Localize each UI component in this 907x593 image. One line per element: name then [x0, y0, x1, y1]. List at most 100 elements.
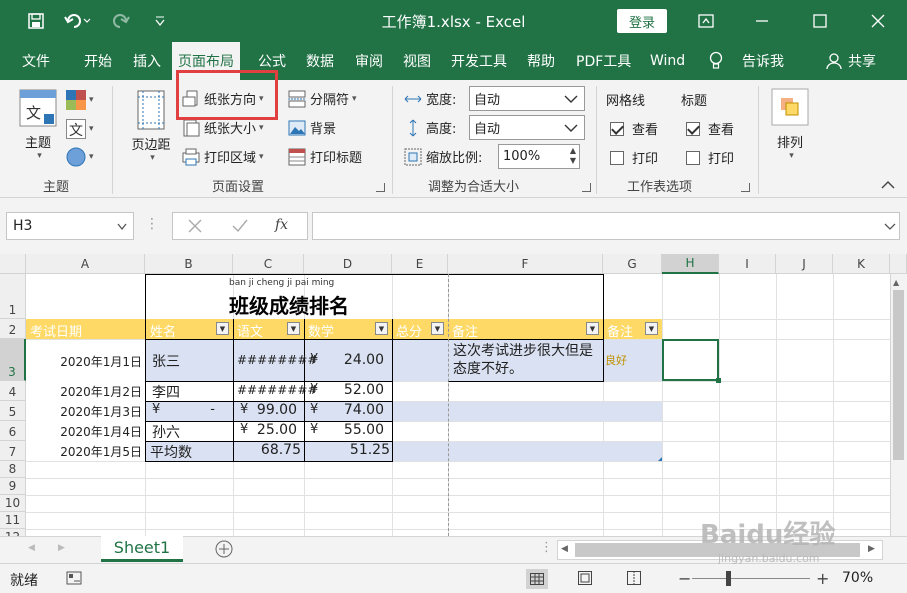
row-header-9[interactable]: 9 [0, 478, 26, 495]
zoom-slider-track[interactable] [692, 578, 810, 579]
cell-math[interactable]: 51.25 [304, 442, 390, 458]
sheet-options-launcher-icon[interactable] [741, 183, 750, 192]
print-area-button[interactable]: 打印区域 ▾ [182, 147, 264, 166]
row-header-1[interactable]: 1 [0, 274, 26, 319]
page-setup-launcher-icon[interactable] [376, 183, 385, 192]
tab-data[interactable]: 数据 [306, 42, 334, 80]
tab-pdf-tools[interactable]: PDF工具 [576, 42, 631, 80]
tab-formulas[interactable]: 公式 [258, 42, 286, 80]
cell-date[interactable]: 2020年1月3日 [26, 403, 142, 420]
maximize-icon[interactable] [806, 0, 834, 42]
row-header-2[interactable]: 2 [0, 319, 26, 339]
orientation-button[interactable]: 纸张方向 ▾ [182, 89, 264, 108]
formula-input[interactable] [312, 212, 900, 240]
cell-chinese[interactable]: 99.00 [233, 402, 297, 418]
cell-name[interactable]: - [145, 402, 215, 417]
cancel-icon[interactable] [187, 218, 203, 234]
scroll-left-icon[interactable]: ◀ [561, 544, 568, 554]
scale-input[interactable]: 100% ▲ ▼ [498, 144, 580, 169]
width-select[interactable]: 自动 [469, 86, 585, 111]
margins-button[interactable]: 页边距 ▾ [126, 90, 176, 174]
gridlines-view-checkbox[interactable]: 查看 [610, 119, 658, 138]
scroll-up-icon[interactable]: ▲ [893, 278, 899, 287]
cell-math[interactable]: 74.00 [304, 402, 384, 418]
cell-math[interactable]: 52.00 [304, 382, 384, 398]
theme-effects-button[interactable]: ▾ [66, 147, 94, 167]
column-header-f[interactable]: F [448, 254, 603, 274]
tab-developer[interactable]: 开发工具 [451, 42, 507, 80]
cell-note[interactable]: 这次考试进步很大但是态度不好。 [453, 342, 603, 378]
size-button[interactable]: 纸张大小 ▾ [182, 118, 264, 137]
scale-launcher-icon[interactable] [582, 183, 591, 192]
cell-date[interactable]: 2020年1月1日 [26, 353, 142, 370]
tell-me[interactable]: 告诉我 [708, 42, 784, 80]
theme-colors-button[interactable]: ▾ [66, 90, 94, 110]
add-sheet-icon[interactable] [215, 540, 233, 558]
cell-math[interactable]: 55.00 [304, 422, 384, 438]
column-header-j[interactable]: J [776, 254, 833, 274]
insert-function-icon[interactable]: fx [275, 217, 288, 233]
row-header-5[interactable]: 5 [0, 401, 26, 421]
cell-chinese[interactable]: 25.00 [233, 422, 297, 438]
row-header-3[interactable]: 3 [0, 339, 26, 381]
tab-insert[interactable]: 插入 [133, 42, 161, 80]
headings-view-checkbox[interactable]: 查看 [686, 119, 734, 138]
cell-name[interactable]: 孙六 [152, 422, 180, 442]
save-icon[interactable] [24, 0, 48, 42]
print-titles-button[interactable]: 打印标题 [288, 147, 362, 166]
cell-name[interactable]: 李四 [152, 382, 180, 402]
row-header-4[interactable]: 4 [0, 381, 26, 401]
cell-name[interactable]: 平均数 [150, 442, 192, 462]
filter-dropdown-icon[interactable]: ▼ [431, 322, 444, 335]
share-button[interactable]: 共享 [826, 42, 876, 80]
cell-name[interactable]: 张三 [152, 351, 180, 371]
tab-help[interactable]: 帮助 [527, 42, 555, 80]
undo-icon[interactable] [60, 0, 96, 42]
expand-formula-icon[interactable] [884, 223, 896, 231]
sheet-tab-sheet1[interactable]: Sheet1 [101, 536, 183, 562]
tab-file[interactable]: 文件 [22, 42, 50, 80]
theme-fonts-button[interactable]: 文 ▾ [66, 119, 94, 139]
zoom-level[interactable]: 70% [842, 570, 873, 586]
column-header-a[interactable]: A [26, 254, 145, 274]
table-resize-handle[interactable] [658, 457, 662, 461]
enter-icon[interactable] [231, 218, 249, 234]
macro-record-icon[interactable] [66, 571, 82, 585]
row-header-10[interactable]: 10 [0, 495, 26, 512]
ribbon-display-icon[interactable] [692, 0, 720, 42]
row-header-11[interactable]: 11 [0, 512, 26, 529]
vertical-scroll-thumb[interactable] [893, 290, 904, 460]
collapse-ribbon-icon[interactable] [881, 180, 895, 190]
filter-dropdown-icon[interactable]: ▼ [216, 322, 229, 335]
cell-chinese[interactable]: 68.75 [233, 442, 301, 458]
scroll-right-icon[interactable]: ▶ [868, 544, 875, 554]
selected-cell-h3[interactable] [662, 339, 719, 381]
customize-toolbar-icon[interactable] [150, 0, 170, 42]
tab-view[interactable]: 视图 [403, 42, 431, 80]
close-icon[interactable] [864, 0, 892, 42]
tab-wind[interactable]: Wind [650, 42, 685, 80]
tab-page-layout[interactable]: 页面布局 [172, 42, 240, 80]
page-layout-view-icon[interactable] [578, 571, 592, 585]
select-all-corner[interactable] [0, 254, 26, 274]
filter-dropdown-icon[interactable]: ▼ [375, 322, 388, 335]
filter-dropdown-icon[interactable]: ▼ [287, 322, 300, 335]
worksheet-grid[interactable]: A B C D E F G H I J K 1 2 3 4 5 6 7 8 9 … [0, 254, 907, 536]
column-header-i[interactable]: I [719, 254, 776, 274]
column-header-c[interactable]: C [233, 254, 304, 274]
zoom-slider-thumb[interactable] [726, 571, 731, 586]
column-header-e[interactable]: E [392, 254, 448, 274]
headings-print-checkbox[interactable]: 打印 [686, 148, 734, 167]
cell-math[interactable]: 24.00 [304, 352, 384, 368]
themes-button[interactable]: 文 主题 ▾ [16, 88, 60, 172]
row-header-6[interactable]: 6 [0, 421, 26, 441]
cell-date[interactable]: 2020年1月2日 [26, 383, 142, 400]
spinner-icon[interactable]: ▲ ▼ [570, 146, 576, 166]
arrange-button[interactable]: 排列 ▾ [770, 88, 810, 172]
tab-home[interactable]: 开始 [84, 42, 112, 80]
column-header-h[interactable]: H [662, 254, 719, 274]
row-header-8[interactable]: 8 [0, 461, 26, 478]
row-header-7[interactable]: 7 [0, 441, 26, 461]
name-box[interactable]: H3 [6, 212, 134, 240]
login-button[interactable]: 登录 [617, 9, 667, 33]
